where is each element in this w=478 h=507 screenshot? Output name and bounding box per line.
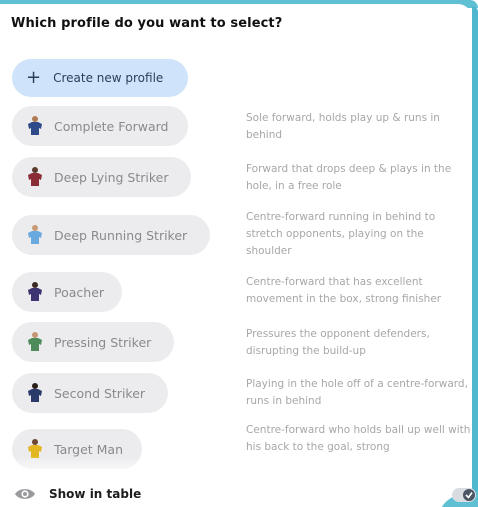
profile-option-second-striker[interactable]: Second Striker	[12, 373, 168, 413]
player-kit-icon	[28, 116, 42, 135]
profile-name: Poacher	[54, 284, 105, 300]
profile-option-complete-forward[interactable]: Complete Forward	[12, 106, 188, 146]
show-in-table-toggle[interactable]: Show in table	[14, 482, 141, 506]
confirm-toggle-icon[interactable]	[438, 482, 478, 507]
profile-description: Centre-forward who holds ball up well wi…	[246, 424, 471, 453]
profile-description: Playing in the hole off of a centre-forw…	[246, 378, 468, 407]
create-new-profile-button[interactable]: + Create new profile	[12, 59, 188, 97]
player-kit-icon	[28, 332, 42, 351]
plus-icon: +	[26, 67, 42, 88]
profile-name: Deep Running Striker	[54, 227, 188, 243]
profile-name: Target Man	[54, 441, 124, 457]
profile-select-dialog: Which profile do you want to select? + C…	[0, 0, 478, 507]
create-new-profile-label: Create new profile	[53, 71, 164, 85]
show-in-table-label: Show in table	[49, 487, 142, 501]
profile-description: Centre-forward running in behind to stre…	[246, 211, 436, 257]
profile-name: Pressing Striker	[54, 334, 152, 350]
profile-option-poacher[interactable]: Poacher	[12, 272, 122, 312]
profile-name: Second Striker	[54, 385, 146, 401]
profile-option-deep-running-striker[interactable]: Deep Running Striker	[12, 215, 210, 255]
player-kit-icon	[28, 383, 42, 402]
player-kit-icon	[28, 225, 42, 244]
list-fade-overlay	[0, 456, 472, 478]
profile-description: Forward that drops deep & plays in the h…	[246, 163, 452, 192]
player-kit-icon	[28, 167, 42, 186]
profile-name: Deep Lying Striker	[54, 169, 169, 185]
dialog-title: Which profile do you want to select?	[11, 16, 283, 31]
profile-option-pressing-striker[interactable]: Pressing Striker	[12, 322, 174, 362]
player-kit-icon	[28, 282, 42, 301]
accent-border-right	[472, 6, 478, 503]
profile-name: Complete Forward	[54, 118, 169, 134]
profile-description: Centre-forward that has excellent moveme…	[246, 276, 442, 305]
profile-description: Pressures the opponent defenders, disrup…	[246, 328, 430, 357]
eye-icon	[15, 489, 35, 499]
profile-description: Sole forward, holds play up & runs in be…	[246, 112, 440, 141]
dialog-panel: Which profile do you want to select? + C…	[0, 4, 478, 507]
profile-option-deep-lying-striker[interactable]: Deep Lying Striker	[12, 157, 191, 197]
